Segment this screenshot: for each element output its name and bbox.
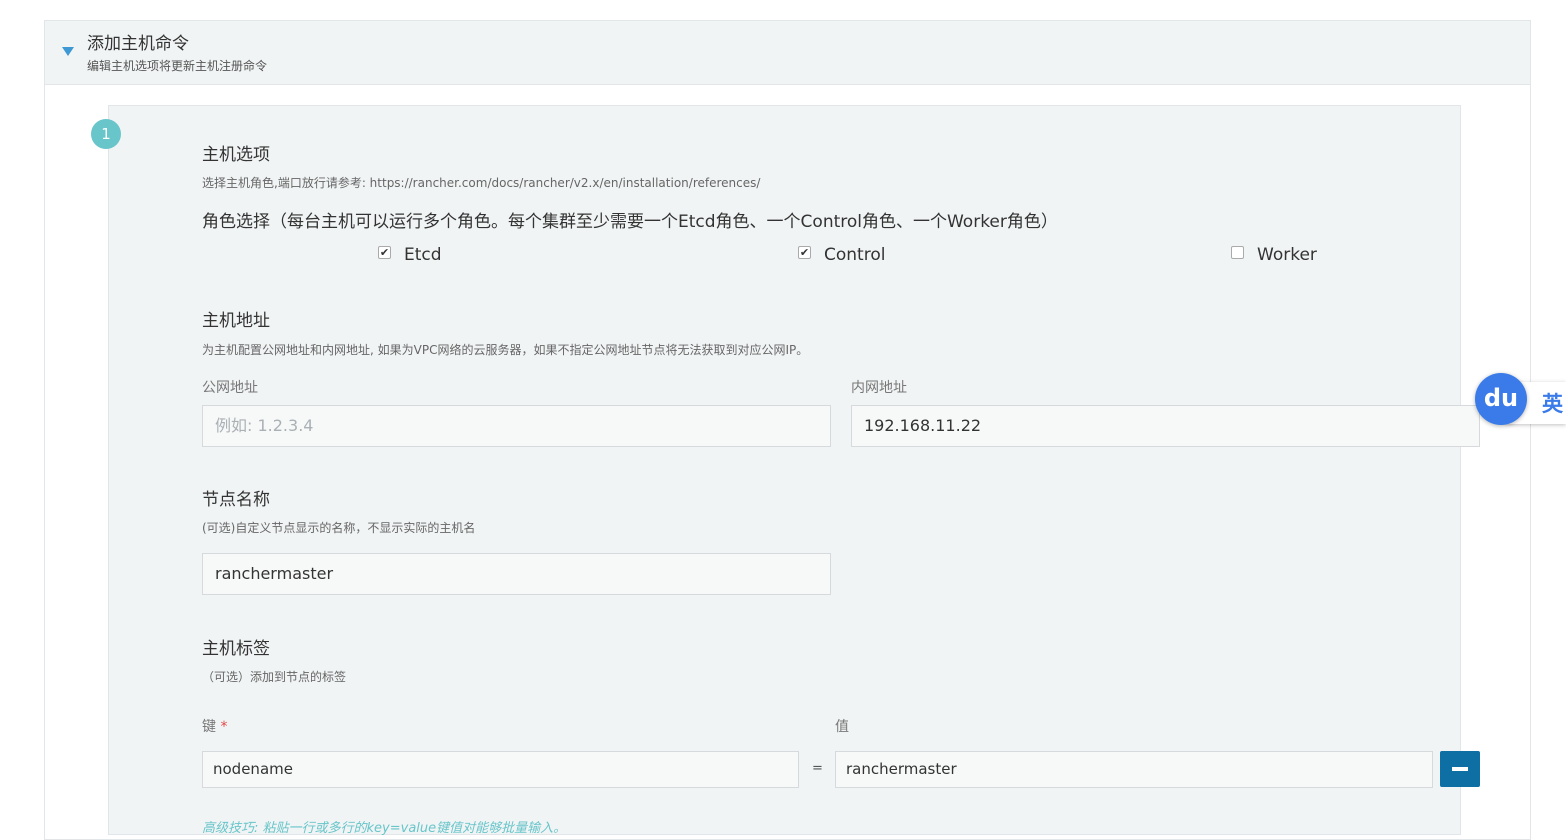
collapse-caret-icon[interactable] bbox=[62, 47, 74, 56]
etcd-checkbox[interactable]: ✔ bbox=[378, 246, 391, 259]
label-key-input[interactable]: nodename bbox=[202, 751, 799, 788]
panel-title: 添加主机命令 bbox=[87, 34, 189, 54]
host-address-help: 为主机配置公网地址和内网地址, 如果为VPC网络的云服务器，如果不指定公网地址节… bbox=[202, 343, 809, 357]
equals-sign: = bbox=[812, 761, 823, 776]
key-column-label: 键 * bbox=[202, 716, 227, 736]
step-number-badge: 1 bbox=[91, 119, 121, 149]
minus-icon bbox=[1452, 767, 1468, 771]
paste-tip: 高级技巧: 粘贴一行或多行的key=value键值对能够批量输入。 bbox=[202, 821, 567, 836]
worker-label[interactable]: Worker bbox=[1257, 245, 1317, 265]
host-labels-title: 主机标签 bbox=[202, 639, 270, 659]
host-options-title: 主机选项 bbox=[202, 145, 270, 165]
panel-subtitle: 编辑主机选项将更新主机注册命令 bbox=[87, 59, 268, 73]
control-label[interactable]: Control bbox=[824, 245, 885, 265]
worker-checkbox[interactable] bbox=[1231, 246, 1244, 259]
node-name-help: (可选)自定义节点显示的名称，不显示实际的主机名 bbox=[202, 521, 476, 535]
key-label-text: 键 bbox=[202, 719, 216, 735]
remove-label-button[interactable] bbox=[1440, 751, 1480, 787]
translate-english-label[interactable]: 英 bbox=[1542, 388, 1563, 418]
host-address-title: 主机地址 bbox=[202, 311, 270, 331]
internal-address-label: 内网地址 bbox=[851, 380, 907, 396]
host-labels-help: （可选）添加到节点的标签 bbox=[202, 670, 347, 684]
node-name-title: 节点名称 bbox=[202, 490, 270, 510]
etcd-label[interactable]: Etcd bbox=[404, 245, 442, 265]
internal-address-input[interactable]: 192.168.11.22 bbox=[851, 405, 1480, 447]
roles-title: 角色选择（每台主机可以运行多个角色。每个集群至少需要一个Etcd角色、一个Con… bbox=[202, 212, 1058, 232]
du-logo-icon[interactable]: du bbox=[1475, 373, 1527, 425]
public-address-input[interactable]: 例如: 1.2.3.4 bbox=[202, 405, 831, 447]
control-checkbox[interactable]: ✔ bbox=[798, 246, 811, 259]
host-options-help: 选择主机角色,端口放行请参考: https://rancher.com/docs… bbox=[202, 176, 761, 190]
node-name-input[interactable]: ranchermaster bbox=[202, 553, 831, 595]
panel-header[interactable]: 添加主机命令 编辑主机选项将更新主机注册命令 bbox=[45, 21, 1530, 85]
required-mark: * bbox=[220, 719, 228, 735]
label-value-input[interactable]: ranchermaster bbox=[835, 751, 1433, 788]
public-address-label: 公网地址 bbox=[202, 380, 258, 396]
value-column-label: 值 bbox=[835, 719, 849, 735]
